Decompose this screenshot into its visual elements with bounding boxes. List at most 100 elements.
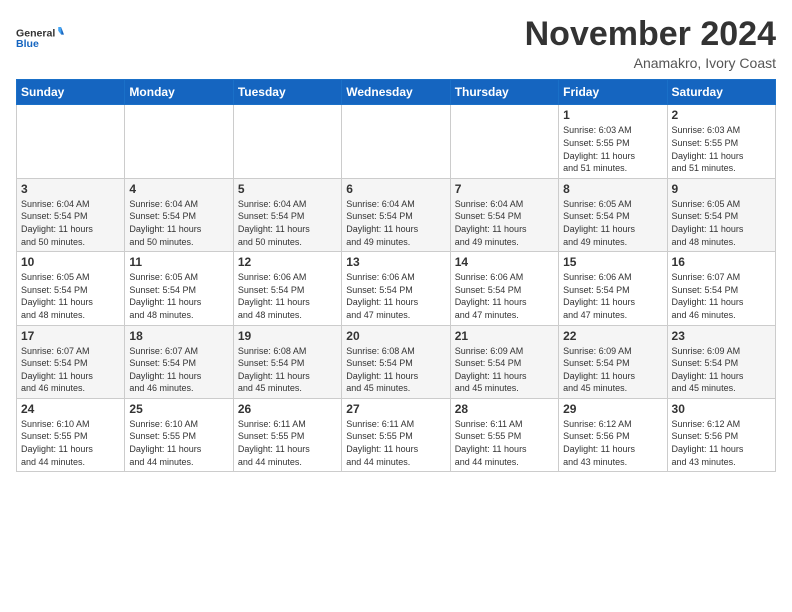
- day-number: 30: [672, 402, 771, 416]
- page: General Blue November 2024 Anamakro, Ivo…: [0, 0, 792, 482]
- day-info: Sunrise: 6:06 AM Sunset: 5:54 PM Dayligh…: [238, 271, 337, 321]
- logo: General Blue: [16, 16, 64, 60]
- table-row: 2 Sunrise: 6:03 AM Sunset: 5:55 PM Daylig…: [667, 105, 775, 178]
- table-row: 14 Sunrise: 6:06 AM Sunset: 5:54 PM Dayli…: [450, 252, 558, 325]
- day-info: Sunrise: 6:08 AM Sunset: 5:54 PM Dayligh…: [238, 345, 337, 395]
- day-number: 16: [672, 255, 771, 269]
- table-row: [125, 105, 233, 178]
- day-info: Sunrise: 6:03 AM Sunset: 5:55 PM Dayligh…: [563, 124, 662, 174]
- day-number: 22: [563, 329, 662, 343]
- day-number: 13: [346, 255, 445, 269]
- table-row: 7 Sunrise: 6:04 AM Sunset: 5:54 PM Daylig…: [450, 178, 558, 251]
- table-row: 8 Sunrise: 6:05 AM Sunset: 5:54 PM Daylig…: [559, 178, 667, 251]
- day-info: Sunrise: 6:11 AM Sunset: 5:55 PM Dayligh…: [238, 418, 337, 468]
- day-number: 11: [129, 255, 228, 269]
- day-info: Sunrise: 6:07 AM Sunset: 5:54 PM Dayligh…: [129, 345, 228, 395]
- header: General Blue November 2024 Anamakro, Ivo…: [16, 16, 776, 71]
- day-number: 19: [238, 329, 337, 343]
- day-number: 14: [455, 255, 554, 269]
- calendar-week-1: 1 Sunrise: 6:03 AM Sunset: 5:55 PM Daylig…: [17, 105, 776, 178]
- day-info: Sunrise: 6:10 AM Sunset: 5:55 PM Dayligh…: [21, 418, 120, 468]
- calendar-table: SundayMondayTuesdayWednesdayThursdayFrid…: [16, 79, 776, 472]
- calendar-week-2: 3 Sunrise: 6:04 AM Sunset: 5:54 PM Daylig…: [17, 178, 776, 251]
- header-day-saturday: Saturday: [667, 80, 775, 105]
- day-info: Sunrise: 6:04 AM Sunset: 5:54 PM Dayligh…: [129, 198, 228, 248]
- logo-svg: General Blue: [16, 16, 64, 60]
- day-info: Sunrise: 6:11 AM Sunset: 5:55 PM Dayligh…: [455, 418, 554, 468]
- table-row: 21 Sunrise: 6:09 AM Sunset: 5:54 PM Dayli…: [450, 325, 558, 398]
- day-number: 17: [21, 329, 120, 343]
- table-row: 16 Sunrise: 6:07 AM Sunset: 5:54 PM Dayli…: [667, 252, 775, 325]
- day-number: 2: [672, 108, 771, 122]
- table-row: 4Sunrise: 6:04 AM Sunset: 5:54 PM Daylig…: [125, 178, 233, 251]
- table-row: 17 Sunrise: 6:07 AM Sunset: 5:54 PM Dayli…: [17, 325, 125, 398]
- day-number: 12: [238, 255, 337, 269]
- table-row: [17, 105, 125, 178]
- title-area: November 2024 Anamakro, Ivory Coast: [525, 16, 776, 71]
- table-row: 29 Sunrise: 6:12 AM Sunset: 5:56 PM Dayli…: [559, 398, 667, 471]
- day-info: Sunrise: 6:04 AM Sunset: 5:54 PM Dayligh…: [21, 198, 120, 248]
- day-number: 6: [346, 182, 445, 196]
- day-info: Sunrise: 6:07 AM Sunset: 5:54 PM Dayligh…: [672, 271, 771, 321]
- day-info: Sunrise: 6:05 AM Sunset: 5:54 PM Dayligh…: [672, 198, 771, 248]
- day-info: Sunrise: 6:06 AM Sunset: 5:54 PM Dayligh…: [563, 271, 662, 321]
- svg-text:Blue: Blue: [16, 38, 39, 50]
- day-number: 25: [129, 402, 228, 416]
- day-info: Sunrise: 6:12 AM Sunset: 5:56 PM Dayligh…: [672, 418, 771, 468]
- table-row: 5Sunrise: 6:04 AM Sunset: 5:54 PM Daylig…: [233, 178, 341, 251]
- day-info: Sunrise: 6:06 AM Sunset: 5:54 PM Dayligh…: [455, 271, 554, 321]
- table-row: 20 Sunrise: 6:08 AM Sunset: 5:54 PM Dayli…: [342, 325, 450, 398]
- day-info: Sunrise: 6:05 AM Sunset: 5:54 PM Dayligh…: [129, 271, 228, 321]
- calendar-week-5: 24 Sunrise: 6:10 AM Sunset: 5:55 PM Dayli…: [17, 398, 776, 471]
- day-number: 21: [455, 329, 554, 343]
- table-row: 27 Sunrise: 6:11 AM Sunset: 5:55 PM Dayli…: [342, 398, 450, 471]
- day-number: 3: [21, 182, 120, 196]
- table-row: 28Sunrise: 6:11 AM Sunset: 5:55 PM Dayli…: [450, 398, 558, 471]
- table-row: 1 Sunrise: 6:03 AM Sunset: 5:55 PM Daylig…: [559, 105, 667, 178]
- table-row: 3 Sunrise: 6:04 AM Sunset: 5:54 PM Daylig…: [17, 178, 125, 251]
- header-day-thursday: Thursday: [450, 80, 558, 105]
- day-number: 15: [563, 255, 662, 269]
- day-number: 29: [563, 402, 662, 416]
- table-row: 6 Sunrise: 6:04 AM Sunset: 5:54 PM Daylig…: [342, 178, 450, 251]
- header-day-sunday: Sunday: [17, 80, 125, 105]
- day-number: 5: [238, 182, 337, 196]
- day-info: Sunrise: 6:12 AM Sunset: 5:56 PM Dayligh…: [563, 418, 662, 468]
- table-row: 10 Sunrise: 6:05 AM Sunset: 5:54 PM Dayli…: [17, 252, 125, 325]
- day-info: Sunrise: 6:03 AM Sunset: 5:55 PM Dayligh…: [672, 124, 771, 174]
- header-day-monday: Monday: [125, 80, 233, 105]
- day-number: 9: [672, 182, 771, 196]
- day-info: Sunrise: 6:08 AM Sunset: 5:54 PM Dayligh…: [346, 345, 445, 395]
- day-number: 8: [563, 182, 662, 196]
- table-row: 30 Sunrise: 6:12 AM Sunset: 5:56 PM Dayli…: [667, 398, 775, 471]
- table-row: 12 Sunrise: 6:06 AM Sunset: 5:54 PM Dayli…: [233, 252, 341, 325]
- header-day-wednesday: Wednesday: [342, 80, 450, 105]
- calendar-week-3: 10 Sunrise: 6:05 AM Sunset: 5:54 PM Dayli…: [17, 252, 776, 325]
- day-number: 20: [346, 329, 445, 343]
- day-info: Sunrise: 6:05 AM Sunset: 5:54 PM Dayligh…: [563, 198, 662, 248]
- day-info: Sunrise: 6:09 AM Sunset: 5:54 PM Dayligh…: [563, 345, 662, 395]
- day-info: Sunrise: 6:09 AM Sunset: 5:54 PM Dayligh…: [455, 345, 554, 395]
- day-info: Sunrise: 6:09 AM Sunset: 5:54 PM Dayligh…: [672, 345, 771, 395]
- header-day-friday: Friday: [559, 80, 667, 105]
- day-number: 10: [21, 255, 120, 269]
- day-info: Sunrise: 6:04 AM Sunset: 5:54 PM Dayligh…: [455, 198, 554, 248]
- table-row: 23 Sunrise: 6:09 AM Sunset: 5:54 PM Dayli…: [667, 325, 775, 398]
- day-info: Sunrise: 6:10 AM Sunset: 5:55 PM Dayligh…: [129, 418, 228, 468]
- table-row: [342, 105, 450, 178]
- day-number: 7: [455, 182, 554, 196]
- table-row: 11 Sunrise: 6:05 AM Sunset: 5:54 PM Dayli…: [125, 252, 233, 325]
- day-info: Sunrise: 6:07 AM Sunset: 5:54 PM Dayligh…: [21, 345, 120, 395]
- day-info: Sunrise: 6:06 AM Sunset: 5:54 PM Dayligh…: [346, 271, 445, 321]
- day-number: 24: [21, 402, 120, 416]
- header-day-tuesday: Tuesday: [233, 80, 341, 105]
- day-number: 27: [346, 402, 445, 416]
- day-info: Sunrise: 6:05 AM Sunset: 5:54 PM Dayligh…: [21, 271, 120, 321]
- table-row: 19 Sunrise: 6:08 AM Sunset: 5:54 PM Dayli…: [233, 325, 341, 398]
- day-number: 23: [672, 329, 771, 343]
- table-row: [450, 105, 558, 178]
- day-info: Sunrise: 6:11 AM Sunset: 5:55 PM Dayligh…: [346, 418, 445, 468]
- day-info: Sunrise: 6:04 AM Sunset: 5:54 PM Dayligh…: [346, 198, 445, 248]
- day-number: 1: [563, 108, 662, 122]
- day-number: 26: [238, 402, 337, 416]
